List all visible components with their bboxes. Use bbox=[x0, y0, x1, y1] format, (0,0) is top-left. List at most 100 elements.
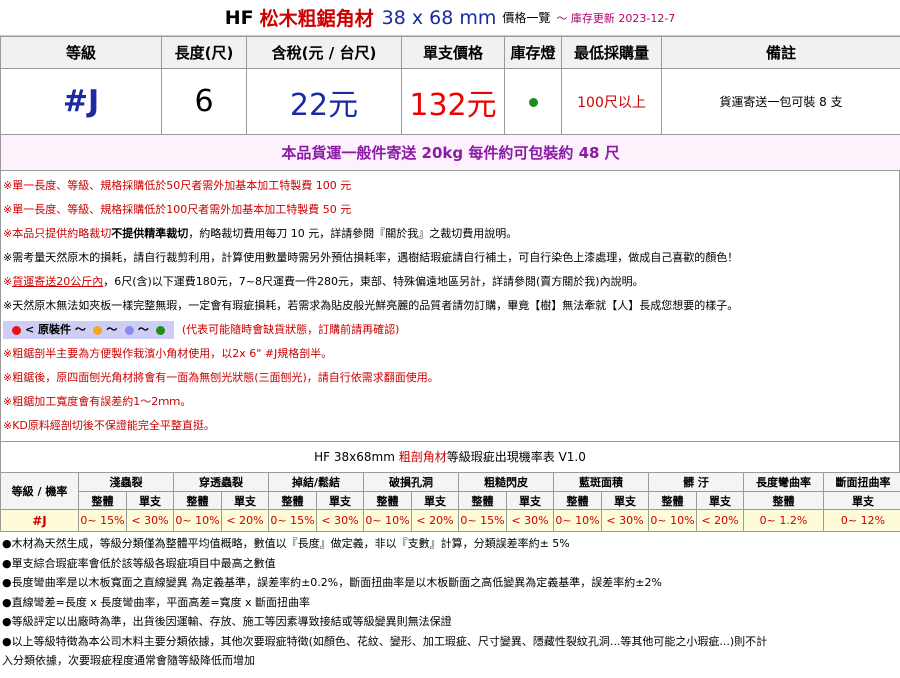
rate-value: < 20% bbox=[696, 509, 744, 532]
footer-line: ●等級評定以出廠時為準，出貨後因運輸、存放、施工等因素導致接結或等級變異則無法保… bbox=[2, 615, 452, 628]
header-tax-price: 含稅(元 / 台尺) bbox=[246, 36, 402, 69]
rate-category: 長度彎曲率 bbox=[743, 472, 824, 492]
sub-whole: 整體 bbox=[363, 491, 412, 510]
sub-whole: 整體 bbox=[553, 491, 602, 510]
rate-value: 0~ 15% bbox=[458, 509, 507, 532]
sub-single: 單支 bbox=[696, 491, 744, 510]
rate-title-product: 粗剖角材 bbox=[398, 450, 447, 464]
remarks-value: 貨運寄送一包可裝 8 支 bbox=[661, 68, 900, 135]
purple-dot-icon bbox=[124, 325, 134, 335]
footer-line: ●單支綜合瑕疵率會低於該等級各瑕疵項目中最高之數值 bbox=[2, 556, 276, 570]
stock-update-date: ～ 庫存更新 2023-12-7 bbox=[556, 11, 676, 25]
sub-single: 單支 bbox=[601, 491, 649, 510]
note-item: ※單一長度、等級、規格採購低於50尺者需外加基本加工特製費 100 元 bbox=[3, 179, 352, 192]
stock-light-dot-icon bbox=[528, 98, 538, 107]
rate-value: < 30% bbox=[316, 509, 364, 532]
rate-subheader-row: 整體 單支 整體 單支 整體 單支 整體 單支 整體 單支 整體 單支 整體 單… bbox=[1, 491, 900, 510]
sub-single: 單支 bbox=[126, 491, 174, 510]
sub-single: 單支 bbox=[823, 491, 900, 510]
header-grade: 等級 bbox=[0, 36, 162, 69]
sub-single: 單支 bbox=[221, 491, 269, 510]
rate-value: < 20% bbox=[221, 509, 269, 532]
grade-value: #J bbox=[0, 68, 162, 135]
rate-value: < 20% bbox=[411, 509, 459, 532]
note-item: ※貨運寄送20公斤內，6尺(含)以下運費180元，7~8尺運費一件280元，東部… bbox=[1, 270, 899, 294]
note-item: ※粗鋸加工寬度會有誤差約1～2ｍｍ。 bbox=[3, 395, 192, 408]
legend-label: < 原裝件 ～ bbox=[25, 323, 86, 336]
note-bold-text: 不提供精準裁切 bbox=[111, 227, 189, 240]
bend-rate-value: 0~ 1.2% bbox=[743, 509, 824, 532]
note-text: ，約略裁切費用每刀 10 元，詳請參閱『關於我』之裁切費用說明。 bbox=[188, 227, 518, 240]
sub-whole: 整體 bbox=[173, 491, 222, 510]
note-item: ※本品只提供約略裁切不提供精準裁切，約略裁切費用每刀 10 元，詳請參閱『關於我… bbox=[1, 222, 899, 246]
note-item: ※需考量天然原木的損耗，請自行裁剪利用，計算使用數量時需另外預估損耗率，遇樹結瑕… bbox=[3, 251, 739, 264]
price-table-header: 等級 長度(尺) 含稅(元 / 台尺) 單支價格 庫存燈 最低採購量 備註 bbox=[0, 36, 900, 69]
price-table: 等級 長度(尺) 含稅(元 / 台尺) 單支價格 庫存燈 最低採購量 備註 #J… bbox=[0, 36, 900, 171]
header-stock-light: 庫存燈 bbox=[504, 36, 562, 69]
sub-single: 單支 bbox=[506, 491, 554, 510]
product-spec: 38 x 68 mm bbox=[381, 6, 497, 29]
note-item: ※粗鋸後，原四面刨光角材將會有一面為無刨光狀態(三面刨光)，請自行依需求翻面使用… bbox=[3, 371, 439, 384]
footer-line: ●直線彎差=長度 x 長度彎曲率，平面高差=寬度 x 斷面扭曲率 bbox=[2, 595, 311, 609]
header-min-purchase: 最低採購量 bbox=[561, 36, 662, 69]
rate-grade: #J bbox=[0, 509, 79, 532]
note-item: ※單一長度、等級、規格採購低於100尺者需外加基本加工特製費 50 元 bbox=[3, 203, 352, 216]
rate-category: 掉結/鬆結 bbox=[268, 472, 364, 492]
price-table-row: #J 6 22元 132元 100尺以上 貨運寄送一包可裝 8 支 bbox=[0, 68, 900, 135]
rate-header-row: 等級 / 機率 淺蟲裂 穿透蟲裂 掉結/鬆結 破損孔洞 粗糙閃皮 藍斑面積 髒 … bbox=[0, 472, 900, 510]
page-title: HF 松木粗鋸角材 38 x 68 mm 價格一覽 ～ 庫存更新 2023-12… bbox=[0, 0, 900, 36]
rate-grade-header: 等級 / 機率 bbox=[0, 472, 79, 510]
rate-title-spec: HF 38x68mm bbox=[314, 450, 395, 464]
brand-name: HF bbox=[224, 6, 254, 29]
tax-price-value: 22元 bbox=[246, 68, 402, 135]
note-item: ※粗鋸剖半主要為方便製作栽濱小角材使用，以2x 6" #J規格剖半。 bbox=[3, 347, 333, 360]
footer-line: 入分類依據，次要瑕疵程度通常會隨等級降低而增加 bbox=[2, 654, 255, 667]
footer-line: ●木材為天然生成，等級分類僅為整體平均值概略，數值以『長度』做定義，非以『支數』… bbox=[2, 537, 570, 550]
rate-value: 0~ 10% bbox=[363, 509, 412, 532]
unit-price-value: 132元 bbox=[401, 68, 505, 135]
rate-table-title: HF 38x68mm 粗剖角材等級瑕疵出現機率表 V1.0 bbox=[0, 442, 900, 472]
rate-value: < 30% bbox=[506, 509, 554, 532]
rate-value: 0~ 15% bbox=[78, 509, 127, 532]
note-item: ※天然原木無法如夾板一樣完整無瑕，一定會有瑕疵損耗，若需求為貼皮般光鮮亮麗的品質… bbox=[3, 299, 739, 312]
shipping-line: 本品貨運一般件寄送 20kg 每件約可包裝約 48 尺 bbox=[0, 134, 900, 171]
footer-line: ●以上等級特徵為本公司木料主要分類依據，其他次要瑕疵特徵(如顏色、花紋、變形、加… bbox=[2, 634, 768, 648]
sub-whole: 整體 bbox=[268, 491, 317, 510]
rate-title-text: 等級瑕疵出現機率表 V1.0 bbox=[446, 450, 586, 464]
title-subtitle: 價格一覽 bbox=[502, 11, 551, 25]
note-text: ，6尺(含)以下運費180元，7~8尺運費一件280元，東部、特殊偏遠地區另計，… bbox=[103, 275, 644, 288]
sub-single: 單支 bbox=[411, 491, 459, 510]
twist-rate-value: 0~ 12% bbox=[823, 509, 900, 532]
footer-line: ●長度彎曲率是以木板寬面之直線變異 為定義基準，誤差率約±0.2%，斷面扭曲率是… bbox=[2, 576, 662, 589]
footer-notes: ●木材為天然生成，等級分類僅為整體平均值概略，數值以『長度』做定義，非以『支數』… bbox=[0, 532, 900, 671]
rate-value: 0~ 15% bbox=[268, 509, 317, 532]
header-unit-price: 單支價格 bbox=[401, 36, 505, 69]
green-dot-icon bbox=[156, 325, 166, 335]
sub-whole: 整體 bbox=[458, 491, 507, 510]
legend-separator: ～ bbox=[106, 323, 118, 336]
rate-category: 粗糙閃皮 bbox=[458, 472, 554, 492]
rate-category: 破損孔洞 bbox=[363, 472, 459, 492]
rate-value-row: #J 0~ 15% < 30% 0~ 10% < 20% 0~ 15% < 30… bbox=[0, 509, 900, 532]
header-remarks: 備註 bbox=[661, 36, 900, 69]
sub-whole: 整體 bbox=[743, 491, 824, 510]
rate-category: 髒 汙 bbox=[648, 472, 744, 492]
shipping-row: 本品貨運一般件寄送 20kg 每件約可包裝約 48 尺 bbox=[0, 134, 900, 171]
rate-category: 穿透蟲裂 bbox=[173, 472, 269, 492]
rate-category: 藍斑面積 bbox=[553, 472, 649, 492]
legend-separator: ～ bbox=[137, 323, 149, 336]
note-item: ※KD原料經剖切後不保證能完全平整直挺。 bbox=[3, 419, 215, 432]
stock-light-cell bbox=[504, 68, 562, 135]
note-text: ※本品只提供約略裁切 bbox=[3, 227, 112, 240]
stock-legend-box: < 原裝件 ～ ～ ～ bbox=[3, 321, 175, 339]
note-underlined-text: 貨運寄送20公斤內 bbox=[12, 275, 104, 288]
rate-category: 斷面扭曲率 bbox=[823, 472, 900, 492]
sub-whole: 整體 bbox=[648, 491, 697, 510]
stock-legend: < 原裝件 ～ ～ ～ (代表可能隨時會缺貨狀態，訂購前請再確認) bbox=[1, 318, 899, 342]
length-value: 6 bbox=[161, 68, 247, 135]
rate-value: 0~ 10% bbox=[648, 509, 697, 532]
rate-value: < 30% bbox=[601, 509, 649, 532]
notes-list: ※單一長度、等級、規格採購低於50尺者需外加基本加工特製費 100 元 ※單一長… bbox=[0, 171, 900, 438]
defect-rate-table: 等級 / 機率 淺蟲裂 穿透蟲裂 掉結/鬆結 破損孔洞 粗糙閃皮 藍斑面積 髒 … bbox=[0, 472, 900, 532]
product-name: 松木粗鋸角材 bbox=[259, 8, 374, 30]
